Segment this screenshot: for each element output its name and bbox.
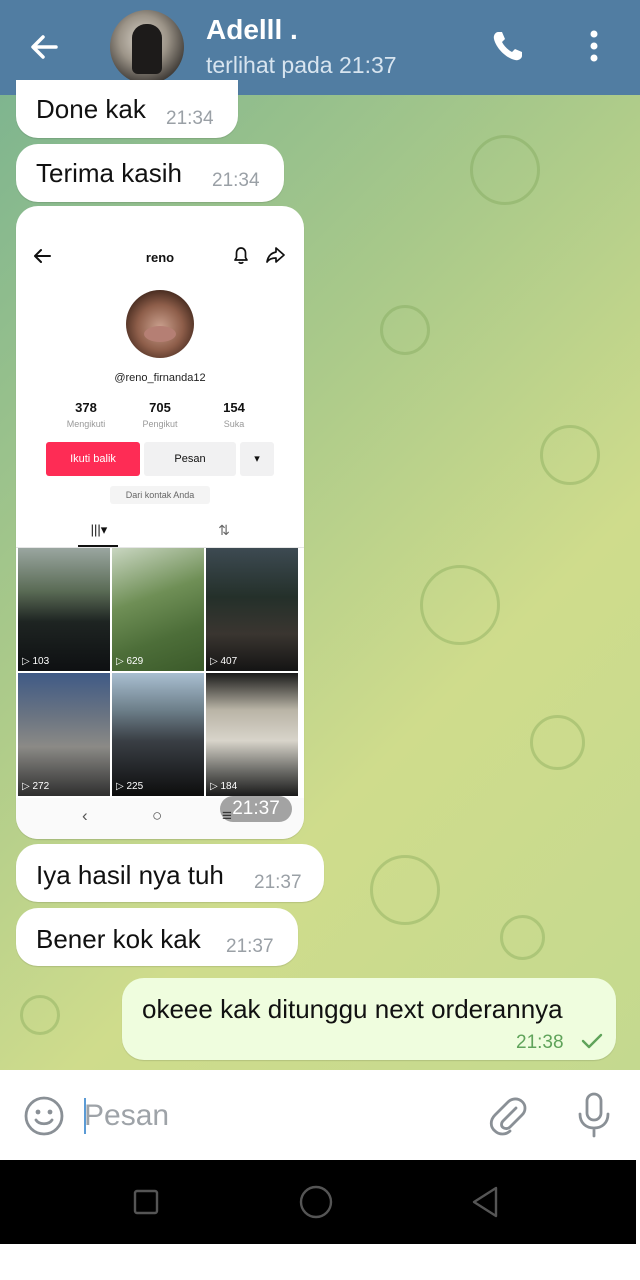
message-bubble[interactable]: Terima kasih 21:34 <box>16 144 284 202</box>
image-message[interactable]: reno @reno_firnanda12 378 Mengikuti 705 … <box>16 206 304 839</box>
contact-avatar[interactable] <box>110 10 184 84</box>
view-count: ▷ 629 <box>116 656 144 667</box>
message-composer <box>0 1070 640 1160</box>
microphone-icon[interactable] <box>572 1090 616 1140</box>
profile-avatar <box>126 290 194 358</box>
view-count: ▷ 407 <box>210 656 238 667</box>
message-time: 21:37 <box>226 936 274 957</box>
back-arrow-icon[interactable] <box>22 25 66 69</box>
system-navigation-bar <box>0 1160 636 1244</box>
message-text: Terima kasih <box>36 158 182 188</box>
dropdown-button: ▾ <box>240 442 274 476</box>
paperclip-icon[interactable] <box>486 1092 530 1138</box>
message-text: okeee kak ditunggu next orderannya <box>142 994 563 1024</box>
stat-followers: 705 Pengikut <box>142 400 178 429</box>
emoji-icon[interactable] <box>22 1094 66 1138</box>
repost-tab-icon: ⇅ <box>218 522 230 538</box>
text-cursor <box>84 1098 86 1134</box>
image-time: 21:37 <box>220 796 292 822</box>
view-count: ▷ 184 <box>210 781 238 792</box>
message-text: Done kak <box>36 94 146 124</box>
last-seen-status: terlihat pada 21:37 <box>206 52 397 78</box>
back-triangle-icon[interactable] <box>466 1182 506 1222</box>
view-count: ▷ 272 <box>22 781 50 792</box>
message-text: Bener kok kak <box>36 924 201 954</box>
share-icon <box>266 247 285 263</box>
video-thumbnail: ▷ 407 <box>206 548 298 671</box>
video-thumbnail: ▷ 629 <box>112 548 204 671</box>
message-bubble[interactable]: Bener kok kak 21:37 <box>16 908 298 966</box>
view-count: ▷ 225 <box>116 781 144 792</box>
message-bubble[interactable]: Iya hasil nya tuh 21:37 <box>16 844 324 902</box>
message-time: 21:34 <box>166 108 214 129</box>
profile-username: reno <box>145 250 175 265</box>
more-vertical-icon[interactable] <box>574 24 614 68</box>
video-thumbnail: ▷ 103 <box>18 548 110 671</box>
profile-handle: @reno_firnanda12 <box>114 372 206 384</box>
recent-apps-icon[interactable] <box>126 1182 166 1222</box>
follow-back-button: Ikuti balik <box>46 442 140 476</box>
contact-name[interactable]: Adelll . <box>206 14 298 46</box>
back-nav-icon: ‹ <box>82 806 88 825</box>
home-icon[interactable] <box>296 1182 336 1222</box>
video-thumbnail: ▷ 272 <box>18 673 110 796</box>
stat-following: 378 Mengikuti <box>66 400 106 429</box>
bell-icon <box>234 247 248 264</box>
video-thumbnail: ▷ 225 <box>112 673 204 796</box>
contact-note: Dari kontak Anda <box>110 486 210 504</box>
message-input[interactable] <box>84 1096 464 1136</box>
message-time: 21:38 <box>516 1032 564 1053</box>
stat-likes: 154 Suka <box>223 400 245 429</box>
bottom-strip <box>0 1244 640 1280</box>
outgoing-message-bubble[interactable]: okeee kak ditunggu next orderannya 21:38 <box>122 978 616 1060</box>
home-nav-icon: ○ <box>152 806 163 825</box>
view-count: ▷ 103 <box>22 656 50 667</box>
grid-tab-icon: |||▾ <box>90 522 108 537</box>
message-time: 21:37 <box>254 872 302 893</box>
message-time: 21:34 <box>212 170 260 191</box>
video-thumbnail: ▷ 184 <box>206 673 298 796</box>
checkmark-icon <box>581 1033 603 1049</box>
message-button: Pesan <box>144 442 236 476</box>
phone-icon[interactable] <box>486 24 530 68</box>
message-bubble[interactable]: Done kak 21:34 <box>16 80 238 138</box>
message-text: Iya hasil nya tuh <box>36 860 224 890</box>
